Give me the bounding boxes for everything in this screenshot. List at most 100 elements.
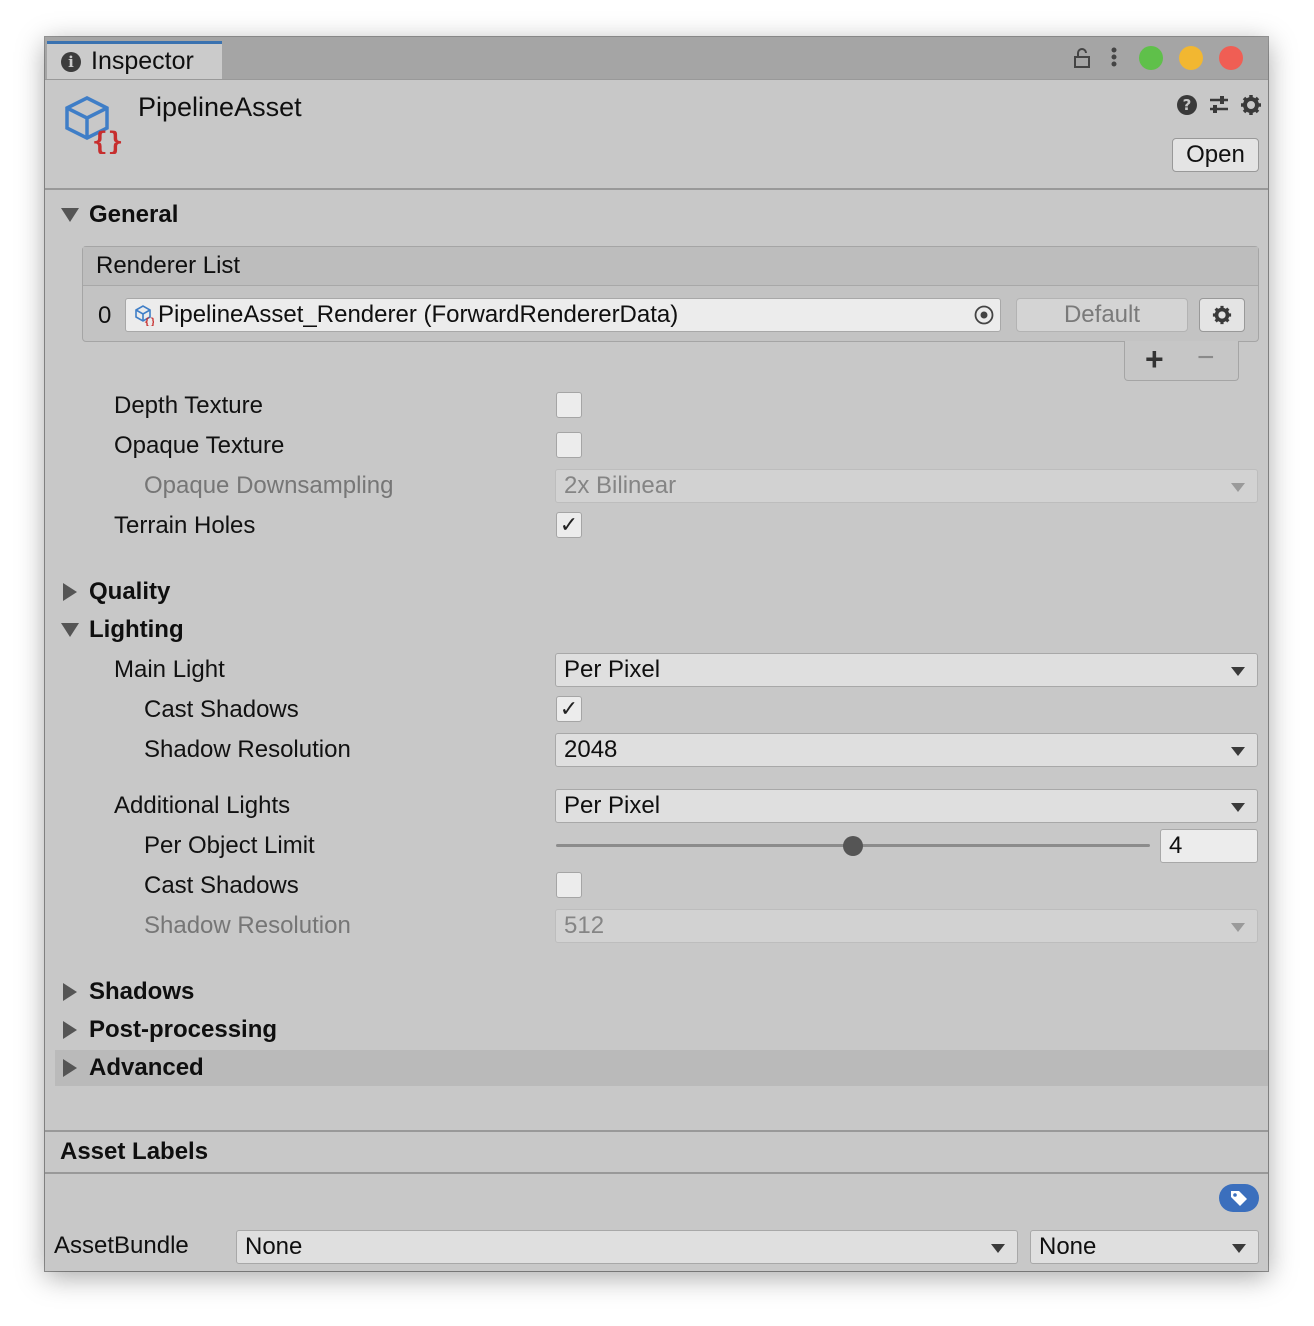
object-picker-icon[interactable] — [974, 305, 994, 325]
depth-texture-checkbox[interactable] — [556, 392, 582, 418]
scriptable-object-icon: {} — [63, 92, 123, 159]
lock-icon[interactable] — [1073, 47, 1091, 75]
additional-cast-shadows-label: Cast Shadows — [144, 872, 299, 899]
info-icon: i — [61, 51, 81, 72]
foldout-collapsed-icon — [63, 983, 77, 1001]
foldout-post-processing[interactable]: Post-processing — [59, 1016, 277, 1044]
dropdown-value: None — [245, 1233, 303, 1260]
add-renderer-button[interactable]: + — [1145, 341, 1164, 378]
main-cast-shadows-label: Cast Shadows — [144, 696, 299, 723]
additional-lights-label: Additional Lights — [114, 792, 291, 819]
renderer-index: 0 — [98, 302, 112, 329]
label-tag-button[interactable] — [1219, 1184, 1259, 1212]
dropdown-value: Per Pixel — [564, 656, 661, 683]
chevron-down-icon — [1232, 1244, 1246, 1253]
tab-bar: i Inspector — [45, 37, 1268, 80]
svg-text:{}: {} — [92, 127, 123, 154]
terrain-holes-label: Terrain Holes — [114, 512, 256, 539]
close-button[interactable] — [1219, 46, 1243, 70]
opaque-texture-checkbox[interactable] — [556, 432, 582, 458]
main-shadow-resolution-label: Shadow Resolution — [144, 736, 351, 763]
presets-icon[interactable] — [1208, 94, 1230, 122]
section-title: Advanced — [89, 1054, 204, 1081]
asset-labels-title: Asset Labels — [60, 1138, 209, 1165]
section-title: General — [89, 201, 179, 228]
dropdown-value: 512 — [564, 912, 605, 939]
per-object-limit-slider-handle[interactable] — [843, 836, 863, 856]
gear-icon — [1212, 305, 1232, 325]
maximize-button[interactable] — [1139, 46, 1163, 70]
dropdown-value: None — [1039, 1233, 1097, 1260]
opaque-downsampling-dropdown[interactable]: 2x Bilinear — [555, 469, 1258, 503]
additional-shadow-resolution-label: Shadow Resolution — [144, 912, 351, 939]
main-light-label: Main Light — [114, 656, 225, 683]
asset-name: PipelineAsset — [138, 92, 302, 122]
terrain-holes-checkbox[interactable]: ✓ — [556, 512, 582, 538]
opaque-downsampling-label: Opaque Downsampling — [144, 472, 394, 499]
foldout-general[interactable]: General — [59, 201, 178, 229]
foldout-lighting[interactable]: Lighting — [59, 616, 184, 644]
renderer-list-header: Renderer List — [83, 247, 1258, 286]
additional-cast-shadows-checkbox[interactable] — [556, 872, 582, 898]
asset-labels-panel: Asset Labels AssetBundle None None — [45, 1130, 1268, 1271]
tab-inspector[interactable]: i Inspector — [47, 41, 222, 79]
additional-lights-dropdown[interactable]: Per Pixel — [555, 789, 1258, 823]
renderer-list-title: Renderer List — [96, 252, 241, 279]
per-object-limit-input[interactable]: 4 — [1160, 829, 1258, 863]
dropdown-value: 2048 — [564, 736, 618, 763]
foldout-quality[interactable]: Quality — [59, 578, 170, 606]
svg-text:?: ? — [1183, 96, 1192, 114]
foldout-advanced[interactable]: Advanced — [59, 1054, 204, 1082]
kebab-menu-icon[interactable] — [1109, 45, 1119, 75]
inspector-window: i Inspector {} PipelineAsset ? Open Gene… — [45, 37, 1268, 1271]
renderer-value: PipelineAsset_Renderer (ForwardRendererD… — [158, 301, 679, 328]
list-add-remove: + − — [1124, 341, 1239, 381]
tab-label: Inspector — [91, 47, 194, 75]
foldout-expanded-icon — [61, 208, 79, 222]
section-title: Post-processing — [89, 1016, 278, 1043]
section-title: Lighting — [89, 616, 184, 643]
gear-icon[interactable] — [1240, 94, 1262, 122]
foldout-collapsed-icon — [63, 583, 77, 601]
remove-renderer-button[interactable]: − — [1197, 341, 1215, 375]
foldout-expanded-icon — [61, 623, 79, 637]
checkmark-icon: ✓ — [559, 512, 579, 537]
main-shadow-resolution-dropdown[interactable]: 2048 — [555, 733, 1258, 767]
assetbundle-variant-dropdown[interactable]: None — [1030, 1230, 1259, 1264]
checkmark-icon: ✓ — [559, 696, 579, 721]
section-title: Shadows — [89, 978, 195, 1005]
foldout-collapsed-icon — [63, 1059, 77, 1077]
main-cast-shadows-checkbox[interactable]: ✓ — [556, 696, 582, 722]
section-title: Quality — [89, 578, 171, 605]
input-value: 4 — [1169, 832, 1183, 859]
assetbundle-name-dropdown[interactable]: None — [236, 1230, 1018, 1264]
dropdown-value: 2x Bilinear — [564, 472, 677, 499]
renderer-data-icon: {} — [134, 304, 154, 326]
depth-texture-label: Depth Texture — [114, 392, 263, 419]
chevron-down-icon — [1231, 747, 1245, 756]
tag-icon — [1231, 1191, 1247, 1206]
per-object-limit-label: Per Object Limit — [144, 832, 315, 859]
assetbundle-label: AssetBundle — [54, 1232, 189, 1259]
additional-shadow-resolution-dropdown[interactable]: 512 — [555, 909, 1258, 943]
renderer-settings-button[interactable] — [1199, 298, 1245, 332]
help-icon[interactable]: ? — [1176, 94, 1198, 122]
default-renderer-button[interactable]: Default — [1016, 298, 1188, 332]
svg-text:{}: {} — [144, 317, 154, 326]
foldout-shadows[interactable]: Shadows — [59, 978, 194, 1006]
chevron-down-icon — [1231, 483, 1245, 492]
dropdown-value: Per Pixel — [564, 792, 661, 819]
main-light-dropdown[interactable]: Per Pixel — [555, 653, 1258, 687]
advanced-highlight — [55, 1050, 1268, 1086]
chevron-down-icon — [991, 1244, 1005, 1253]
open-button[interactable]: Open — [1172, 138, 1259, 172]
minimize-button[interactable] — [1179, 46, 1203, 70]
foldout-collapsed-icon — [63, 1021, 77, 1039]
renderer-object-field[interactable]: {} PipelineAsset_Renderer (ForwardRender… — [125, 298, 1001, 332]
chevron-down-icon — [1231, 923, 1245, 932]
renderer-list: Renderer List 0 {} PipelineAsset_Rendere… — [82, 246, 1259, 342]
asset-labels-header: Asset Labels — [45, 1132, 1268, 1174]
chevron-down-icon — [1231, 667, 1245, 676]
inspector-header: {} PipelineAsset ? Open — [45, 80, 1268, 190]
chevron-down-icon — [1231, 803, 1245, 812]
